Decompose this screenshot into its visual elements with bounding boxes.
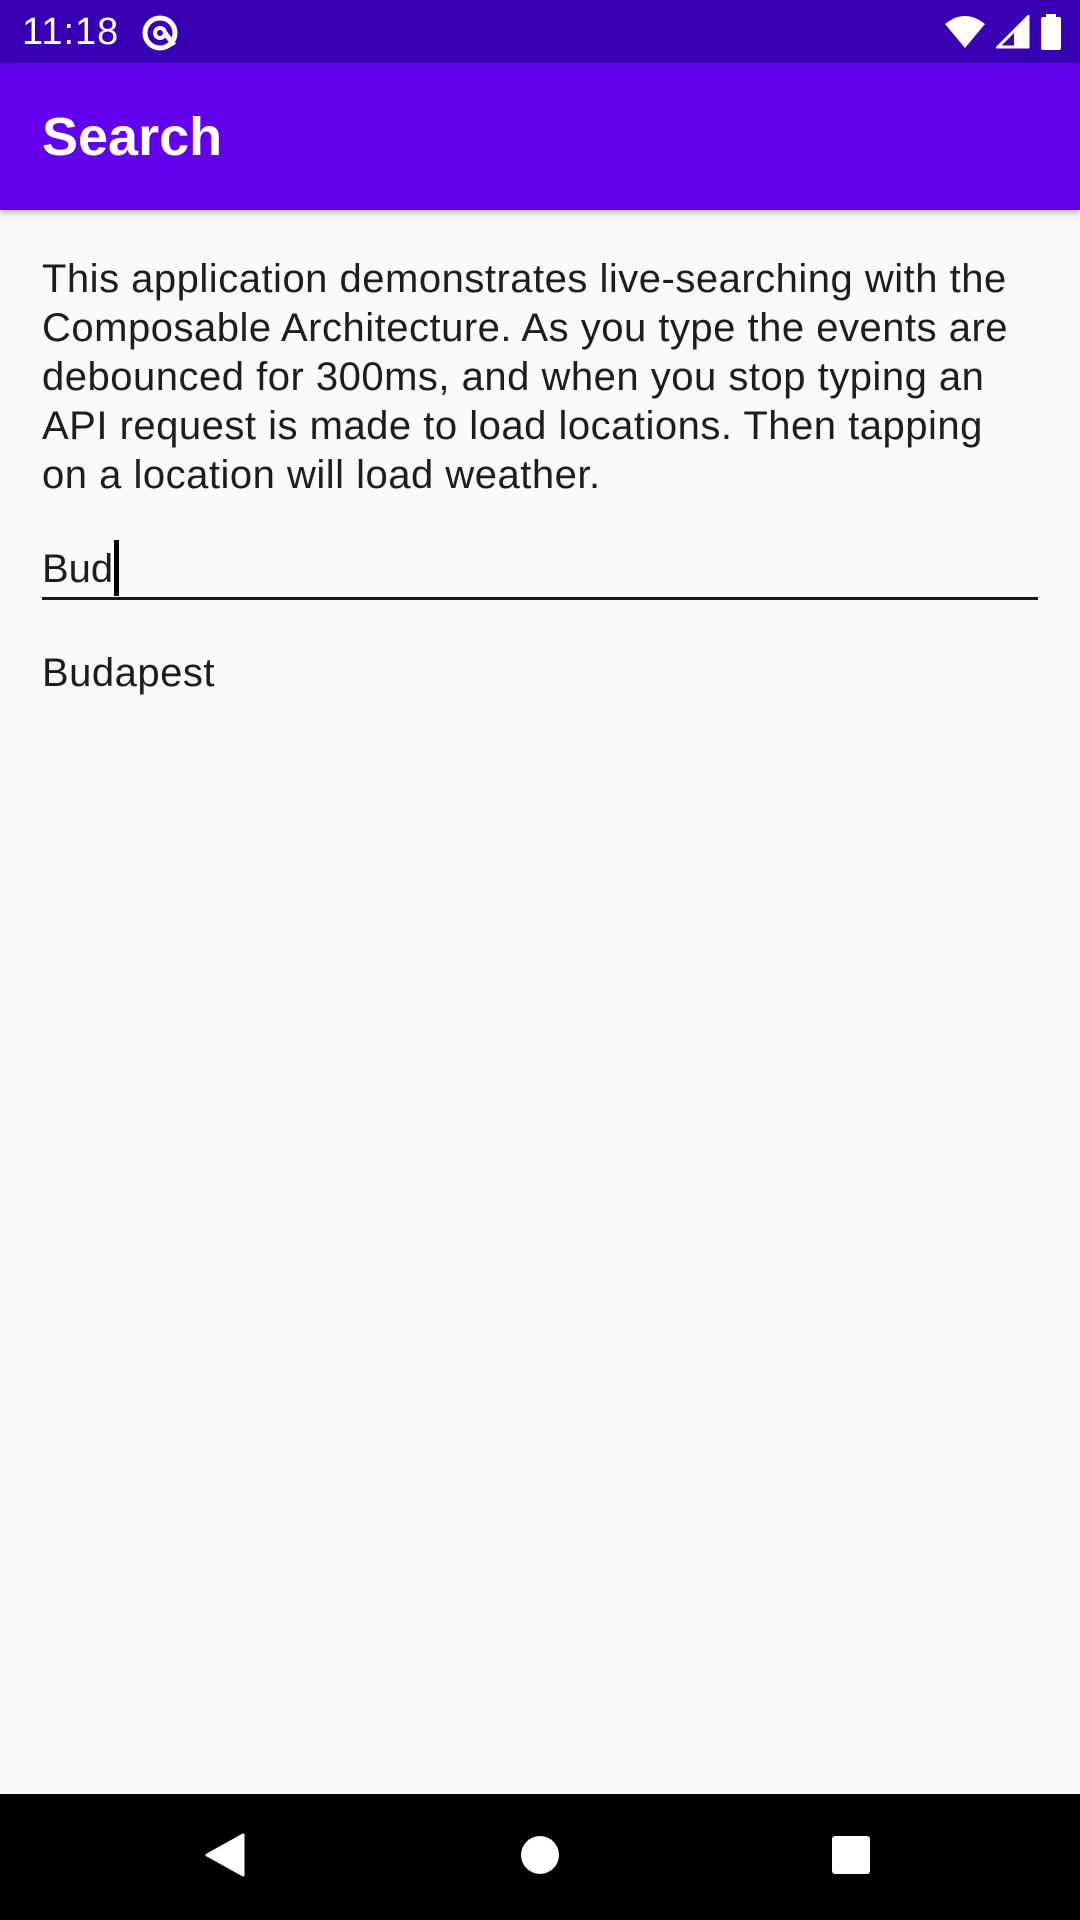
- back-icon: [203, 1831, 247, 1884]
- wifi-icon: [944, 14, 986, 50]
- app-bar: Search: [0, 63, 1080, 210]
- recents-button[interactable]: [816, 1824, 886, 1890]
- recents-icon: [831, 1835, 871, 1880]
- back-button[interactable]: [190, 1824, 260, 1890]
- battery-icon: [1040, 14, 1062, 50]
- results-list: Budapest: [42, 648, 1038, 698]
- screen: 11:18 Search This application demonstrat…: [0, 0, 1080, 1920]
- status-icons: [944, 14, 1062, 50]
- page-title: Search: [42, 107, 223, 167]
- description-text: This application demonstrates live-searc…: [42, 257, 1009, 497]
- status-bar: 11:18: [0, 0, 1080, 63]
- result-item-budapest[interactable]: Budapest: [42, 648, 1038, 698]
- navigation-bar: [0, 1794, 1080, 1920]
- status-time: 11:18: [22, 11, 120, 53]
- text-cursor: [114, 540, 119, 596]
- search-input[interactable]: [42, 542, 1038, 596]
- cellular-signal-icon: [996, 15, 1030, 49]
- home-button[interactable]: [505, 1824, 575, 1890]
- home-icon: [520, 1835, 560, 1880]
- at-sign-icon: [140, 13, 180, 53]
- main-content: This application demonstrates live-searc…: [42, 255, 1038, 698]
- search-field[interactable]: [42, 540, 1038, 600]
